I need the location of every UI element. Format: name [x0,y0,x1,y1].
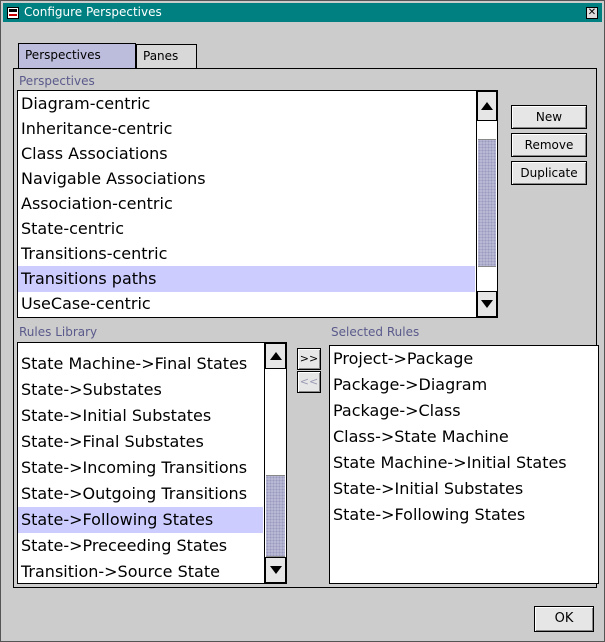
arrow-up-icon [481,102,493,110]
title-bar[interactable]: Configure Perspectives ✕ [3,3,602,22]
rules-library-list[interactable]: State Machine->Final States State->Subst… [17,342,287,584]
tab-perspectives[interactable]: Perspectives [18,43,136,69]
list-item-selected[interactable]: Transitions paths [18,266,475,292]
list-item[interactable]: Package->Diagram [333,372,597,398]
perspectives-label: Perspectives [19,74,95,88]
remove-button[interactable]: Remove [511,133,587,157]
list-item[interactable]: State->Substates [21,377,264,403]
window-title: Configure Perspectives [24,5,162,19]
list-item[interactable]: State->Final Substates [21,429,264,455]
app-icon [7,6,19,19]
scroll-thumb[interactable] [478,139,496,267]
list-item[interactable]: Transition->Source State [21,559,264,583]
perspectives-list[interactable]: Diagram-centric Inheritance-centric Clas… [17,90,498,318]
list-item[interactable]: Project->Package [333,346,597,372]
duplicate-button[interactable]: Duplicate [511,161,587,185]
list-item[interactable]: State Machine->Initial States [333,450,597,476]
list-item[interactable]: State-centric [21,216,476,242]
scroll-thumb[interactable] [266,475,285,557]
rules-library-scrollbar[interactable] [264,343,286,583]
list-item[interactable]: Class Associations [21,141,476,167]
arrow-down-icon [269,566,282,574]
close-icon[interactable]: ✕ [586,6,598,19]
scroll-down-button[interactable] [265,557,286,583]
new-button[interactable]: New [511,105,587,129]
list-item[interactable]: State->Initial Substates [21,403,264,429]
tab-panes[interactable]: Panes [136,44,197,68]
list-item[interactable]: Diagram-centric [21,91,476,117]
arrow-up-icon [269,352,282,360]
perspectives-scrollbar[interactable] [476,91,497,317]
list-item[interactable]: State->Incoming Transitions [21,455,264,481]
rules-library-label: Rules Library [19,325,98,339]
arrow-down-icon [481,300,493,308]
list-item[interactable]: State->Initial Substates [333,476,597,502]
list-item-selected[interactable]: State->Following States [18,507,263,533]
list-item[interactable]: UseCase-centric [21,291,476,317]
list-item[interactable]: State->Preceeding States [21,533,264,559]
list-item[interactable]: Transitions-centric [21,241,476,267]
scroll-down-button[interactable] [477,291,497,317]
list-item[interactable]: State->Outgoing Transitions [21,481,264,507]
add-rule-button[interactable]: >> [297,348,321,370]
list-item[interactable]: Association-centric [21,191,476,217]
configure-perspectives-dialog: Configure Perspectives ✕ Perspectives Pa… [0,0,605,642]
scroll-up-button[interactable] [265,343,286,369]
ok-button[interactable]: OK [534,606,594,632]
list-item[interactable]: Class->State Machine [333,424,597,450]
selected-rules-label: Selected Rules [331,325,420,339]
list-item[interactable]: State Machine->Final States [21,351,264,377]
list-item[interactable]: Navigable Associations [21,166,476,192]
scroll-up-button[interactable] [477,91,497,121]
selected-rules-list[interactable]: Project->Package Package->Diagram Packag… [329,345,599,584]
list-item[interactable]: State->Following States [333,502,597,528]
list-item[interactable]: Inheritance-centric [21,116,476,142]
list-item[interactable]: Package->Class [333,398,597,424]
remove-rule-button[interactable]: << [297,371,321,393]
